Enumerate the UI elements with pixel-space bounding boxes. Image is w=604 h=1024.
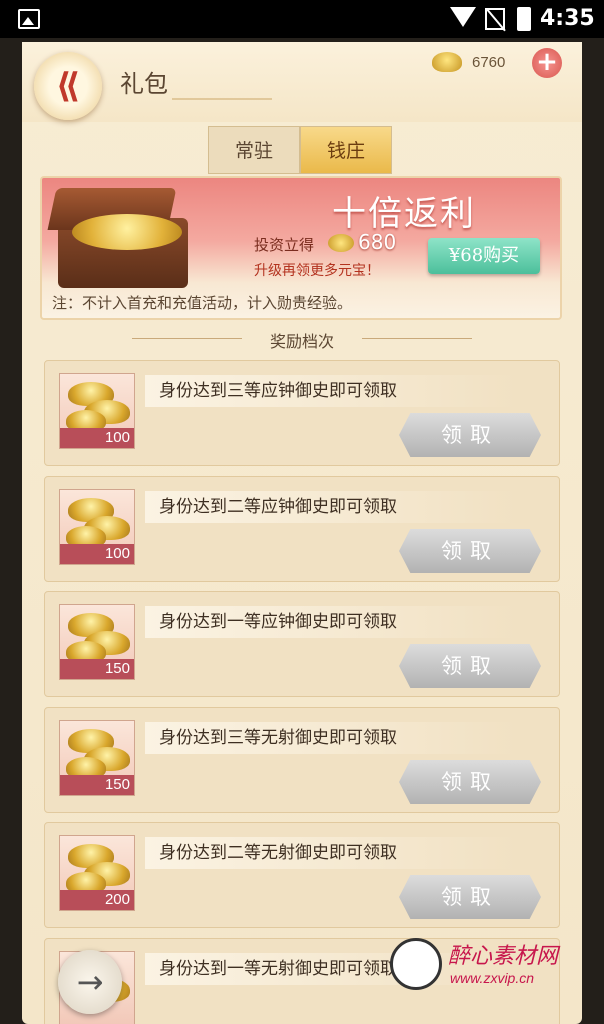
section-divider-right	[362, 338, 472, 339]
reward-amount: 150	[60, 775, 134, 795]
reward-desc: 身份达到一等应钟御史即可领取	[145, 606, 515, 638]
add-gold-button[interactable]: +	[532, 48, 562, 78]
reward-row: 100 身份达到二等应钟御史即可领取 领取	[44, 476, 560, 582]
reward-desc: 身份达到二等应钟御史即可领取	[145, 491, 515, 523]
tab-regular[interactable]: 常驻	[208, 126, 300, 174]
next-arrow-button[interactable]: →	[58, 950, 122, 1014]
banner-note: 注：不计入首充和充值活动，计入勋贵经验。	[52, 294, 353, 312]
upgrade-text: 升级再领更多元宝！	[254, 263, 380, 279]
game-screen: ⟪ 礼包 6760 + 常驻 钱庄 十倍返利 投资立得 680 升级再领更多元宝…	[0, 38, 604, 1024]
back-button[interactable]: ⟪	[34, 52, 102, 120]
claim-button[interactable]: 领取	[399, 644, 541, 688]
watermark: 醉心素材网 www.zxvip.cn	[390, 938, 580, 998]
reward-desc: 身份达到二等无射御史即可领取	[145, 837, 515, 869]
title-divider	[172, 98, 272, 100]
watermark-url: www.zxvip.cn	[450, 970, 535, 986]
back-arrow-icon: ⟪	[55, 66, 81, 106]
page-title: 礼包	[120, 70, 168, 98]
status-bar: 4:35	[0, 0, 604, 38]
gold-value: 6760	[472, 54, 506, 71]
status-time: 4:35	[540, 6, 595, 31]
tab-bank[interactable]: 钱庄	[300, 126, 392, 174]
top-bar: ⟪ 礼包 6760 +	[22, 42, 582, 122]
no-signal-icon	[485, 8, 505, 30]
reward-icon: 100	[59, 373, 135, 449]
invest-value: 680	[358, 230, 397, 254]
gold-display: 6760 +	[432, 48, 572, 78]
claim-button[interactable]: 领取	[399, 413, 541, 457]
gift-panel: ⟪ 礼包 6760 + 常驻 钱庄 十倍返利 投资立得 680 升级再领更多元宝…	[22, 42, 582, 1024]
image-icon	[18, 9, 40, 29]
watermark-text: 醉心素材网	[448, 944, 559, 969]
section-header: 奖励档次	[22, 328, 582, 352]
reward-amount: 200	[60, 890, 134, 910]
reward-amount: 100	[60, 544, 134, 564]
battery-icon	[517, 7, 531, 31]
section-divider-left	[132, 338, 242, 339]
reward-icon: 150	[59, 604, 135, 680]
invest-label: 投资立得	[254, 236, 315, 254]
tab-bar: 常驻 钱庄	[208, 126, 392, 174]
banner-title: 十倍返利	[332, 194, 476, 234]
gold-ingot-icon	[432, 52, 462, 72]
promo-banner: 十倍返利 投资立得 680 升级再领更多元宝！ ¥68购买 注：不计入首充和充值…	[40, 176, 562, 320]
reward-row: 150 身份达到三等无射御史即可领取 领取	[44, 707, 560, 813]
reward-row: 200 身份达到二等无射御史即可领取 领取	[44, 822, 560, 928]
claim-button[interactable]: 领取	[399, 760, 541, 804]
claim-button[interactable]: 领取	[399, 875, 541, 919]
reward-icon: 100	[59, 489, 135, 565]
buy-button[interactable]: ¥68购买	[428, 238, 540, 274]
reward-row: 100 身份达到三等应钟御史即可领取 领取	[44, 360, 560, 466]
treasure-chest-icon	[47, 184, 198, 292]
gold-ingot-icon	[328, 234, 354, 252]
reward-icon: 150	[59, 720, 135, 796]
reward-amount: 150	[60, 659, 134, 679]
panda-logo-icon	[390, 938, 442, 990]
reward-icon: 200	[59, 835, 135, 911]
claim-button[interactable]: 领取	[399, 529, 541, 573]
reward-desc: 身份达到三等应钟御史即可领取	[145, 375, 515, 407]
wifi-icon	[450, 7, 476, 27]
reward-desc: 身份达到三等无射御史即可领取	[145, 722, 515, 754]
reward-row: 150 身份达到一等应钟御史即可领取 领取	[44, 591, 560, 697]
reward-amount: 100	[60, 428, 134, 448]
section-title: 奖励档次	[269, 332, 334, 351]
